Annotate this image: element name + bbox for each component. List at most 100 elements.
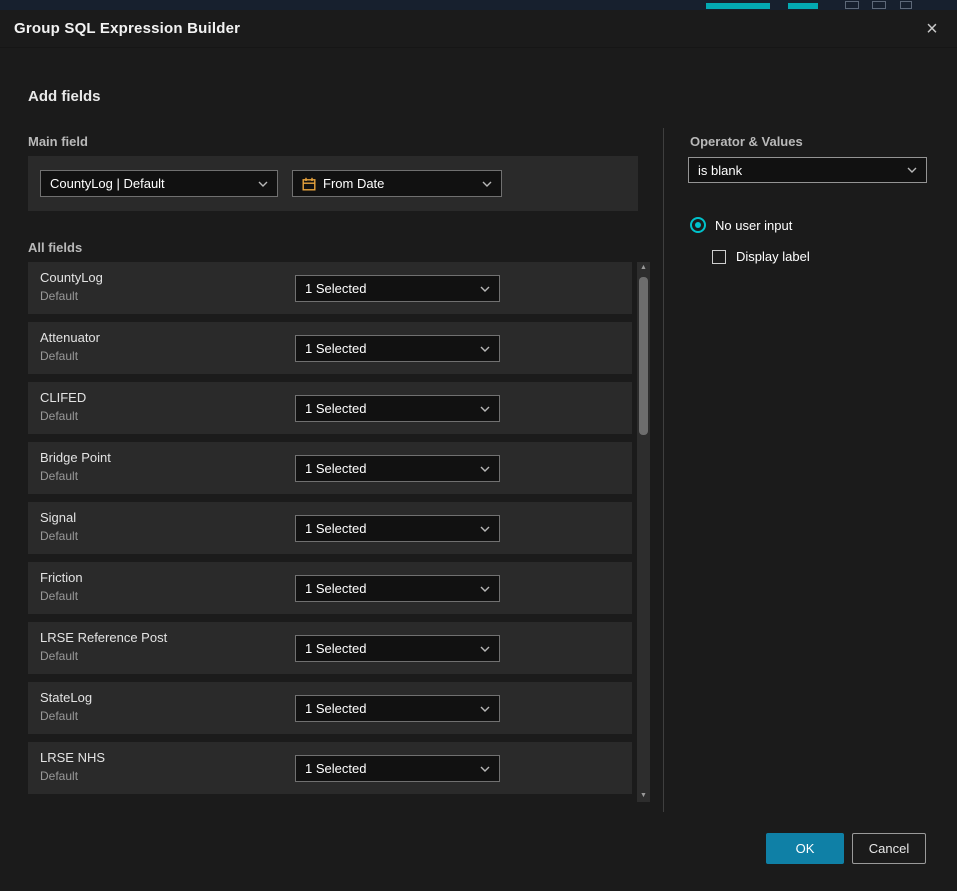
clipped-toolbar-text (706, 3, 770, 9)
main-field-source-value: CountyLog | Default (50, 176, 165, 191)
field-text: CLIFED Default (40, 390, 86, 423)
clipped-toolbar-icon (872, 1, 886, 9)
field-name: LRSE Reference Post (40, 630, 167, 645)
all-fields-label: All fields (28, 240, 82, 255)
chevron-down-icon (258, 181, 268, 187)
no-user-input-label: No user input (715, 218, 792, 233)
field-row-bridge-point: Bridge Point Default 1 Selected (28, 442, 632, 494)
all-fields-list: CountyLog Default 1 Selected Attenuator … (28, 262, 650, 802)
main-field-date-dropdown[interactable]: From Date (292, 170, 502, 197)
field-name: Signal (40, 510, 78, 525)
scrollbar-thumb[interactable] (639, 277, 648, 435)
background-app-toolbar (0, 0, 957, 10)
field-text: Signal Default (40, 510, 78, 543)
chevron-down-icon (482, 181, 492, 187)
field-layer: Default (40, 769, 105, 783)
selected-count: 1 Selected (305, 641, 366, 656)
selected-count: 1 Selected (305, 581, 366, 596)
radio-selected-icon (690, 217, 706, 233)
clipped-toolbar-icon (845, 1, 859, 9)
field-row-lrse-reference-post: LRSE Reference Post Default 1 Selected (28, 622, 632, 674)
chevron-down-icon (480, 706, 490, 712)
field-layer: Default (40, 649, 167, 663)
close-icon[interactable]: × (917, 14, 947, 44)
field-layer: Default (40, 289, 103, 303)
field-name: Friction (40, 570, 83, 585)
selected-count: 1 Selected (305, 701, 366, 716)
field-selected-dropdown[interactable]: 1 Selected (295, 515, 500, 542)
field-text: LRSE NHS Default (40, 750, 105, 783)
field-selected-dropdown[interactable]: 1 Selected (295, 335, 500, 362)
selected-count: 1 Selected (305, 521, 366, 536)
field-row-friction: Friction Default 1 Selected (28, 562, 632, 614)
sql-expression-builder-dialog: Group SQL Expression Builder × Add field… (0, 10, 957, 891)
field-selected-dropdown[interactable]: 1 Selected (295, 695, 500, 722)
operator-dropdown[interactable]: is blank (688, 157, 927, 183)
field-row-lrse-nhs: LRSE NHS Default 1 Selected (28, 742, 632, 794)
field-name: Attenuator (40, 330, 100, 345)
calendar-icon (302, 177, 316, 191)
no-user-input-radio[interactable]: No user input (690, 217, 792, 233)
operator-value: is blank (698, 163, 742, 178)
field-selected-dropdown[interactable]: 1 Selected (295, 575, 500, 602)
field-text: CountyLog Default (40, 270, 103, 303)
fields-list-scrollbar[interactable]: ▲ ▼ (637, 262, 650, 802)
chevron-down-icon (480, 466, 490, 472)
field-layer: Default (40, 469, 111, 483)
chevron-down-icon (907, 167, 917, 173)
selected-count: 1 Selected (305, 461, 366, 476)
section-title-add-fields: Add fields (28, 88, 101, 105)
field-name: Bridge Point (40, 450, 111, 465)
field-name: LRSE NHS (40, 750, 105, 765)
field-text: Bridge Point Default (40, 450, 111, 483)
field-selected-dropdown[interactable]: 1 Selected (295, 455, 500, 482)
column-divider (663, 128, 664, 812)
field-selected-dropdown[interactable]: 1 Selected (295, 395, 500, 422)
field-row-clifed: CLIFED Default 1 Selected (28, 382, 632, 434)
chevron-down-icon (480, 586, 490, 592)
main-field-source-dropdown[interactable]: CountyLog | Default (40, 170, 278, 197)
chevron-down-icon (480, 646, 490, 652)
chevron-down-icon (480, 766, 490, 772)
dialog-title: Group SQL Expression Builder (14, 10, 240, 47)
field-layer: Default (40, 349, 100, 363)
selected-count: 1 Selected (305, 341, 366, 356)
scroll-down-icon[interactable]: ▼ (637, 791, 650, 801)
field-selected-dropdown[interactable]: 1 Selected (295, 275, 500, 302)
ok-button[interactable]: OK (766, 833, 844, 864)
selected-count: 1 Selected (305, 761, 366, 776)
field-row-countylog: CountyLog Default 1 Selected (28, 262, 632, 314)
operator-values-label: Operator & Values (690, 134, 803, 149)
chevron-down-icon (480, 526, 490, 532)
chevron-down-icon (480, 406, 490, 412)
field-layer: Default (40, 589, 83, 603)
main-field-panel: CountyLog | Default From Date (28, 156, 638, 211)
field-layer: Default (40, 409, 86, 423)
checkbox-unchecked-icon[interactable] (712, 250, 726, 264)
field-selected-dropdown[interactable]: 1 Selected (295, 635, 500, 662)
field-text: Attenuator Default (40, 330, 100, 363)
cancel-button[interactable]: Cancel (852, 833, 926, 864)
selected-count: 1 Selected (305, 401, 366, 416)
field-name: StateLog (40, 690, 92, 705)
scroll-up-icon[interactable]: ▲ (637, 263, 650, 273)
main-field-date-value: From Date (323, 176, 384, 191)
field-layer: Default (40, 529, 78, 543)
field-text: StateLog Default (40, 690, 92, 723)
field-row-attenuator: Attenuator Default 1 Selected (28, 322, 632, 374)
main-field-label: Main field (28, 134, 88, 149)
chevron-down-icon (480, 346, 490, 352)
field-text: LRSE Reference Post Default (40, 630, 167, 663)
display-label-label: Display label (736, 249, 810, 264)
display-label-checkbox-row[interactable]: Display label (712, 249, 810, 264)
selected-count: 1 Selected (305, 281, 366, 296)
field-text: Friction Default (40, 570, 83, 603)
field-selected-dropdown[interactable]: 1 Selected (295, 755, 500, 782)
field-name: CountyLog (40, 270, 103, 285)
clipped-toolbar-icon (900, 1, 912, 9)
dialog-titlebar: Group SQL Expression Builder × (0, 10, 957, 48)
clipped-toolbar-text (788, 3, 818, 9)
chevron-down-icon (480, 286, 490, 292)
field-name: CLIFED (40, 390, 86, 405)
field-row-statelog: StateLog Default 1 Selected (28, 682, 632, 734)
